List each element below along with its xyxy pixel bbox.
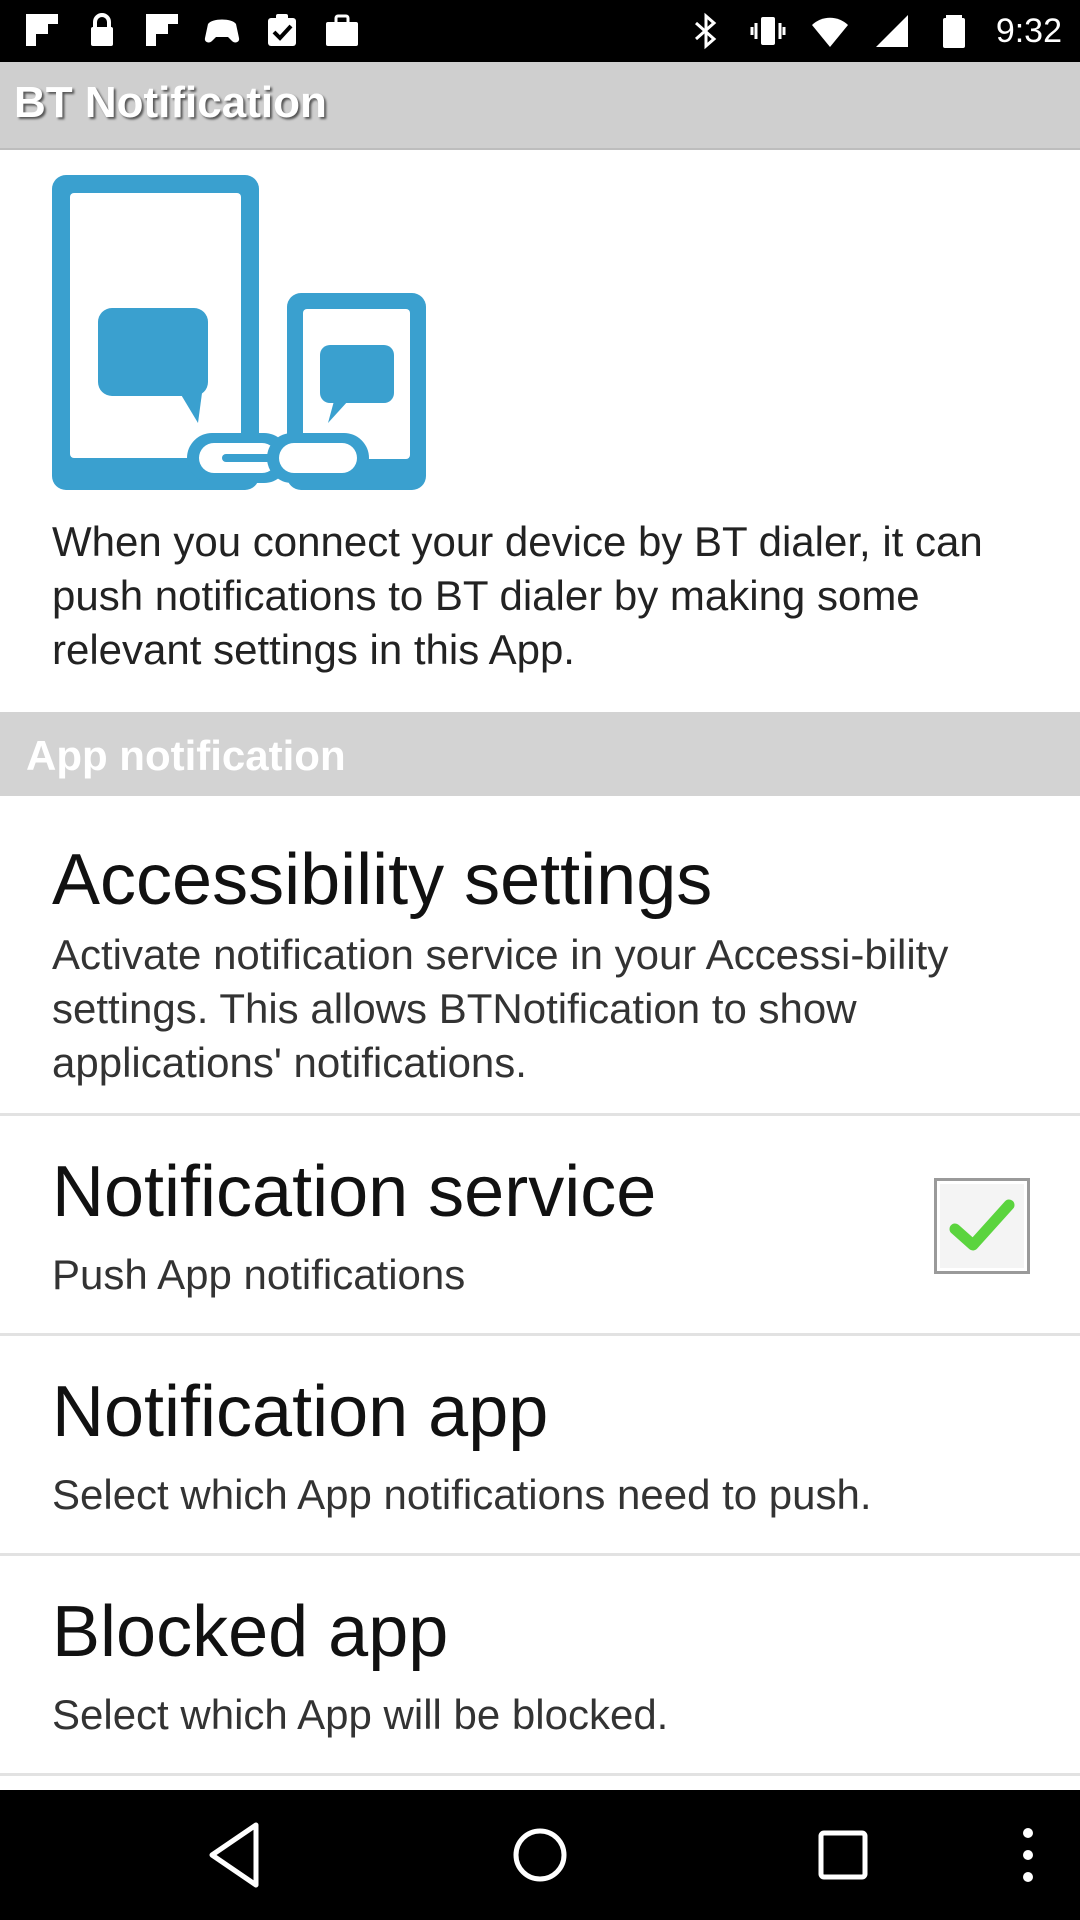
clock: 9:32	[995, 12, 1062, 50]
pref-notification-service[interactable]: Notification service Push App notificati…	[0, 1116, 1080, 1333]
pref-blocked-app[interactable]: Blocked app Select which App will be blo…	[0, 1556, 1080, 1773]
navigation-bar	[0, 1790, 1080, 1920]
game-controller-icon	[202, 10, 242, 50]
pref-title: Accessibility settings	[52, 840, 713, 920]
flipboard-icon	[22, 10, 62, 50]
back-icon[interactable]	[198, 1815, 278, 1895]
flipboard-icon	[142, 10, 182, 50]
wifi-icon	[810, 11, 850, 51]
bluetooth-icon	[686, 11, 726, 51]
title-bar: BT Notification	[0, 62, 1080, 150]
battery-icon	[934, 11, 974, 51]
pref-accessibility-settings[interactable]: Accessibility settings Activate notifica…	[0, 798, 1080, 1114]
pref-summary: Select which App will be blocked.	[52, 1691, 669, 1738]
section-header: App notification	[0, 712, 1080, 796]
lock-icon	[82, 10, 122, 50]
pref-summary: Push App notifications	[52, 1251, 466, 1298]
pref-title: Notification service	[52, 1152, 657, 1232]
pref-title: Blocked app	[52, 1592, 449, 1672]
pref-summary: Activate notification service in your Ac…	[52, 931, 949, 1086]
home-icon[interactable]	[500, 1815, 580, 1895]
status-bar: 9:32	[0, 0, 1080, 62]
notification-service-checkbox[interactable]	[934, 1178, 1030, 1274]
intro-description: When you connect your device by BT diale…	[52, 518, 983, 673]
signal-icon	[872, 11, 912, 51]
pref-summary: Select which App notifications need to p…	[52, 1471, 872, 1518]
section-label: App notification	[26, 732, 346, 779]
vibrate-icon	[748, 11, 788, 51]
briefcase-icon	[322, 10, 362, 50]
checkmark-icon	[949, 1199, 1015, 1251]
recents-icon[interactable]	[803, 1815, 883, 1895]
divider	[0, 1773, 1080, 1776]
pref-title: Notification app	[52, 1372, 549, 1452]
more-icon[interactable]	[988, 1815, 1068, 1895]
pref-notification-app[interactable]: Notification app Select which App notifi…	[0, 1336, 1080, 1553]
devices-chat-link-icon	[52, 175, 426, 490]
clipboard-check-icon	[262, 10, 302, 50]
page-title: BT Notification	[14, 78, 327, 127]
